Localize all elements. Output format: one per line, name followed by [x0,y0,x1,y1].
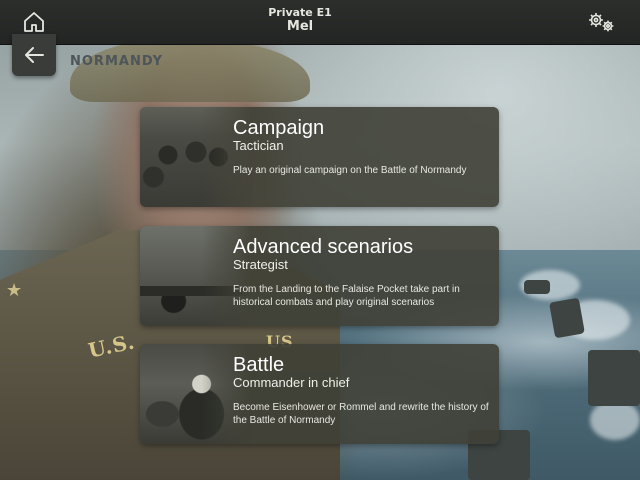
player-rank: Private E1 [268,6,332,19]
campaign-description: Play an original campaign on the Battle … [233,165,467,176]
campaign-subtitle: Tactician [233,138,284,153]
player-name: Mel [286,19,314,34]
scenarios-subtitle: Strategist [233,257,288,272]
back-arrow-icon [25,47,44,63]
water-splash [590,400,640,440]
battle-subtitle: Commander in chief [233,375,350,390]
scenarios-description: From the Landing to the Falaise Pocket t… [233,284,460,308]
player-info: Private E1 Mel [230,6,370,35]
scenarios-title: Advanced scenarios [233,236,414,258]
top-bar: Private E1 Mel [0,0,640,45]
advanced-scenarios-card[interactable]: Advanced scenarios Strategist From the L… [140,226,499,326]
settings-button[interactable] [584,8,618,36]
section-title: NORMANDY [70,54,164,69]
gears-icon [589,13,614,32]
landing-craft [524,280,550,294]
landing-craft [549,297,585,339]
back-button[interactable] [12,34,56,76]
battle-description: Become Eisenhower or Rommel and rewrite … [233,402,489,426]
campaign-card[interactable]: Campaign Tactician Play an original camp… [140,107,499,207]
home-button[interactable] [14,8,54,36]
battle-card[interactable]: Battle Commander in chief Become Eisenho… [140,344,499,444]
battle-title: Battle [233,354,285,376]
home-icon [24,12,44,32]
rank-star: ★ [6,280,23,301]
campaign-title: Campaign [233,117,325,139]
landing-craft [588,350,640,406]
